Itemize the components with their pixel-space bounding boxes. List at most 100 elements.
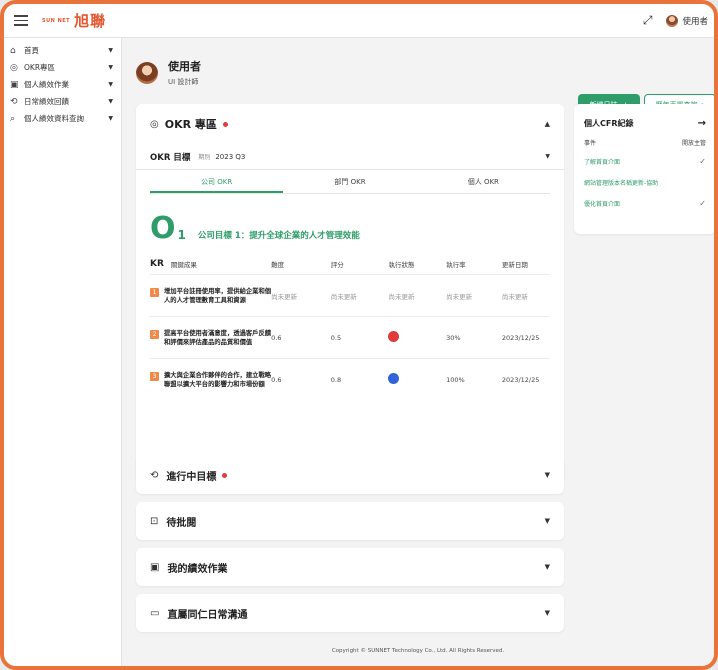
cfr-col-open: 開放主管 <box>681 140 706 147</box>
cfr-columns: 事件 開放主管 <box>584 138 706 147</box>
chevron-down-icon[interactable]: ▼ <box>545 563 550 571</box>
cfr-item-label: 優化首頁介面 <box>584 201 621 208</box>
kr-number-badge: 1 <box>150 287 159 297</box>
chevron-down-icon[interactable]: ▼ <box>545 517 550 525</box>
home-icon: ⌂ <box>10 45 16 56</box>
section-title: 直屬同仁日常溝通 <box>167 609 248 621</box>
notification-dot <box>222 472 228 478</box>
check-icon: ✓ <box>699 199 706 208</box>
col-rate: 執行率 <box>446 261 466 269</box>
logo[interactable]: SUN NET 旭聯 <box>42 10 106 31</box>
cfr-item-label: 了解首頁介面 <box>584 159 621 166</box>
tab-department-okr[interactable]: 部門 OKR <box>283 170 416 193</box>
check-icon: ✓ <box>699 157 706 166</box>
tab-company-okr[interactable]: 公司 OKR <box>150 170 284 193</box>
okr-target-label: OKR 目標 <box>150 152 191 163</box>
user-name: 使用者 <box>682 16 708 27</box>
okr-card: ◎ OKR 專區 ▲ OKR 目標 期別 2023 Q3 ▼ 公司 OKR 部門… <box>136 104 564 484</box>
section-direct-reports[interactable]: ▭ 直屬同仁日常溝通 ▼ <box>136 594 564 632</box>
section-title: 進行中目標 <box>166 471 217 483</box>
col-status: 執行狀態 <box>388 261 415 269</box>
kr-text: 擴大與企業合作夥伴的合作，建立戰略聯盟以擴大平台的影響力和市場份額 <box>164 371 272 388</box>
report-icon: ▣ <box>10 79 19 90</box>
kr-date: 尚未更新 <box>501 292 528 301</box>
sidebar-item-label: 首頁 <box>24 46 39 55</box>
profile-role: UI 設計師 <box>168 78 199 86</box>
chevron-down-icon: ▼ <box>108 81 113 88</box>
chevron-down-icon: ▼ <box>108 64 113 71</box>
avatar <box>136 61 158 84</box>
okr-target-row: OKR 目標 期別 2023 Q3 ▼ <box>136 144 564 170</box>
profile-name: 使用者 <box>168 60 201 73</box>
tab-personal-okr[interactable]: 個人 OKR <box>417 170 550 193</box>
okr-tabs: 公司 OKR 部門 OKR 個人 OKR <box>150 170 550 194</box>
sidebar-item-feedback[interactable]: ⟲ 日常績效回饋 ▼ <box>4 93 121 110</box>
pending-icon: ⊡ <box>150 515 159 527</box>
kr-header-label: KR <box>150 259 164 269</box>
sidebar-item-performance[interactable]: ▣ 個人績效作業 ▼ <box>4 76 121 93</box>
sidebar-item-home[interactable]: ⌂ 首頁 ▼ <box>4 42 121 59</box>
sidebar-item-label: 個人績效作業 <box>24 80 69 89</box>
col-date: 更新日期 <box>501 261 528 269</box>
notification-dot <box>222 121 228 127</box>
chevron-down-icon[interactable]: ▼ <box>545 153 550 160</box>
kr-status: 尚未更新 <box>388 292 415 301</box>
user-menu[interactable]: 使用者 <box>666 14 708 27</box>
list-item[interactable]: 了解首頁介面 ✓ <box>584 151 706 172</box>
chevron-down-icon[interactable]: ▼ <box>545 609 550 617</box>
cfr-card: 個人CFR紀錄 → 事件 開放主管 了解首頁介面 ✓ 網站管理版本名稱更新-協助… <box>574 104 714 234</box>
list-item[interactable]: 網站管理版本名稱更新-協助 <box>584 172 706 193</box>
kr-rate: 30% <box>446 333 461 342</box>
main-content: 使用者 UI 設計師 新增日誌 + 歷年表單查詢 ⌕ ◎ OKR 專區 ▲ OK… <box>122 38 714 666</box>
sidebar: ⌂ 首頁 ▼ ◎ OKR專區 ▼ ▣ 個人績效作業 ▼ ⟲ 日常績效回饋 ▼ ⌕… <box>4 38 122 666</box>
period-select[interactable]: 2023 Q3 <box>215 153 545 161</box>
kr-text: 增加平台註冊使用率，提供給企業和個人的人才管理數育工具和資源 <box>164 287 272 304</box>
chevron-down-icon: ▼ <box>108 47 113 54</box>
list-item[interactable]: 優化首頁介面 ✓ <box>584 193 706 214</box>
table-row[interactable]: 1 增加平台註冊使用率，提供給企業和個人的人才管理數育工具和資源 尚未更新 尚未… <box>150 274 550 316</box>
expand-icon[interactable]: ⤢ <box>643 13 653 28</box>
section-in-progress-goals[interactable]: ⟲ 進行中目標 ▼ <box>136 456 564 494</box>
table-row[interactable]: 2 提高平台使用者滿意度，透過客戶反饋和評價來評估產品的品質和價值 0.6 0.… <box>150 316 550 358</box>
app-window: SUN NET 旭聯 ⤢ 使用者 ⌂ 首頁 ▼ ◎ OKR專區 ▼ ▣ 個人績效… <box>0 0 718 670</box>
menu-icon[interactable] <box>14 15 28 26</box>
profile-header: 使用者 UI 設計師 <box>136 58 201 87</box>
section-pending-review[interactable]: ⊡ 待批閱 ▼ <box>136 502 564 540</box>
sync-icon: ⟲ <box>10 96 18 107</box>
chevron-down-icon: ▼ <box>108 98 113 105</box>
table-row[interactable]: 3 擴大與企業合作夥伴的合作，建立戰略聯盟以擴大平台的影響力和市場份額 0.6 … <box>150 358 550 400</box>
logo-brand-text: 旭聯 <box>74 12 107 30</box>
sync-icon: ⟲ <box>150 469 159 481</box>
chevron-up-icon[interactable]: ▲ <box>545 120 550 128</box>
kr-difficulty: 尚未更新 <box>271 292 298 301</box>
sidebar-item-okr[interactable]: ◎ OKR專區 ▼ <box>4 59 121 76</box>
status-dot <box>388 331 400 342</box>
logo-small-text: SUN NET <box>42 17 71 24</box>
kr-number-badge: 2 <box>150 329 159 339</box>
kr-status <box>388 373 446 386</box>
top-bar: SUN NET 旭聯 ⤢ 使用者 <box>4 4 714 38</box>
avatar <box>666 14 679 27</box>
objective-heading: O 1 公司目標 1：提升全球企業的人才管理效能 <box>136 194 564 244</box>
target-icon: ◎ <box>10 62 18 73</box>
okr-title: OKR 專區 <box>164 118 217 131</box>
sidebar-item-label: 日常績效回饋 <box>24 97 69 106</box>
objective-text: 公司目標 1：提升全球企業的人才管理效能 <box>197 231 360 241</box>
objective-letter: O <box>150 211 176 246</box>
kr-difficulty: 0.6 <box>271 375 282 384</box>
sidebar-item-query[interactable]: ⌕ 個人績效資料查詢 ▼ <box>4 110 121 127</box>
cfr-header: 個人CFR紀錄 → <box>584 114 706 132</box>
kr-header-sub: 關鍵成果 <box>170 261 197 269</box>
section-my-performance[interactable]: ▣ 我的績效作業 ▼ <box>136 548 564 586</box>
kr-score: 0.5 <box>330 333 342 342</box>
chevron-down-icon: ▼ <box>108 115 113 122</box>
cfr-item-label: 網站管理版本名稱更新-協助 <box>584 180 659 187</box>
okr-card-header[interactable]: ◎ OKR 專區 ▲ <box>136 104 564 144</box>
footer: Copyright © SUNNET Technology Co., Ltd. … <box>331 648 505 654</box>
cfr-col-event: 事件 <box>584 140 597 147</box>
arrow-right-icon[interactable]: → <box>698 118 706 129</box>
report-icon: ▣ <box>150 561 160 573</box>
chevron-down-icon[interactable]: ▼ <box>545 471 550 479</box>
kr-score: 0.8 <box>330 375 342 384</box>
kr-number-badge: 3 <box>150 371 159 381</box>
